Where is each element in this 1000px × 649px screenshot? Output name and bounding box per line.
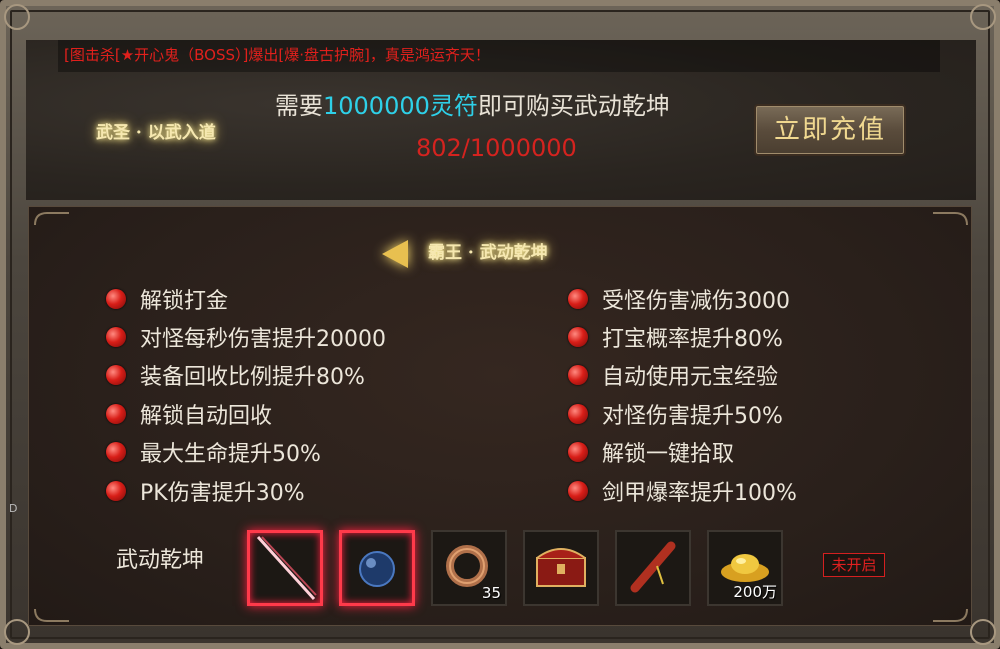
previous-arrow-icon[interactable] (382, 240, 408, 268)
scroll-icon (630, 541, 676, 593)
attribute-item: 装备回收比例提升80% (106, 359, 365, 391)
red-bullet-icon (568, 481, 588, 501)
attribute-item: 最大生命提升50% (106, 436, 321, 468)
attribute-label: 受怪伤害减伤3000 (602, 289, 790, 314)
item-slot-orb[interactable] (339, 530, 415, 606)
corner-ornament-icon (4, 4, 30, 30)
attribute-item: 解锁自动回收 (106, 398, 272, 430)
current-title: 武圣 · 以武入道 (96, 123, 216, 143)
currency-progress: 802/1000000 (416, 134, 577, 162)
red-bullet-icon (106, 481, 126, 501)
attribute-label: 打宝概率提升80% (602, 327, 783, 352)
attribute-item: 剑甲爆率提升100% (568, 475, 797, 507)
red-bullet-icon (106, 327, 126, 347)
attribute-item: PK伤害提升30% (106, 475, 305, 507)
red-bullet-icon (568, 289, 588, 309)
red-bullet-icon (106, 289, 126, 309)
attribute-label: 对怪每秒伤害提升20000 (140, 327, 386, 352)
side-marker: D (9, 502, 18, 515)
attribute-label: 自动使用元宝经验 (602, 365, 779, 390)
red-bullet-icon (568, 442, 588, 462)
attribute-item: 受怪伤害减伤3000 (568, 283, 790, 315)
need-suffix: 即可购买武动乾坤 (477, 92, 670, 120)
red-bullet-icon (568, 404, 588, 424)
attribute-item: 解锁打金 (106, 283, 228, 315)
attribute-item: 打宝概率提升80% (568, 321, 783, 353)
announcement-marquee: [图击杀[★开心鬼（BOSS）]爆出[爆·盘古护腕]，真是鸿运齐天！ (58, 40, 940, 72)
need-amount: 1000000灵符 (323, 92, 478, 120)
corner-ornament-icon (970, 619, 996, 645)
status-badge: 未开启 (823, 553, 885, 577)
item-slot-gold[interactable]: 200万 (707, 530, 783, 606)
red-bullet-icon (568, 365, 588, 385)
attribute-label: 剑甲爆率提升100% (602, 481, 797, 506)
sword-icon (256, 535, 317, 601)
red-bullet-icon (106, 404, 126, 424)
attribute-item: 对怪伤害提升50% (568, 398, 783, 430)
attribute-label: 装备回收比例提升80% (140, 365, 365, 390)
attribute-item: 对怪每秒伤害提升20000 (106, 321, 386, 353)
purchase-requirement: 需要1000000灵符即可购买武动乾坤 (275, 86, 670, 121)
item-count: 35 (481, 584, 501, 602)
item-slot-sword[interactable] (247, 530, 323, 606)
need-prefix: 需要 (275, 92, 323, 120)
item-slot-ring[interactable]: 35 (431, 530, 507, 606)
red-bullet-icon (568, 327, 588, 347)
treasure-chest-icon (536, 548, 586, 587)
reward-label: 武动乾坤 (116, 548, 205, 573)
attribute-label: 解锁自动回收 (140, 404, 273, 429)
recharge-button[interactable]: 立即充值 (754, 104, 906, 156)
attribute-item: 解锁一键拾取 (568, 436, 734, 468)
blue-orb-icon (359, 551, 395, 587)
item-slot-scroll[interactable] (615, 530, 691, 606)
attribute-label: PK伤害提升30% (140, 481, 305, 506)
red-bullet-icon (106, 365, 126, 385)
item-slot-chest[interactable] (523, 530, 599, 606)
attribute-label: 解锁打金 (140, 289, 229, 314)
corner-ornament-icon (970, 4, 996, 30)
attribute-label: 解锁一键拾取 (602, 442, 735, 467)
attribute-label: 对怪伤害提升50% (602, 404, 783, 429)
item-count: 200万 (733, 583, 777, 601)
attribute-label: 最大生命提升50% (140, 442, 321, 467)
corner-ornament-icon (4, 619, 30, 645)
section-title: 霸王 · 武动乾坤 (428, 243, 548, 263)
red-bullet-icon (106, 442, 126, 462)
attribute-item: 自动使用元宝经验 (568, 359, 778, 391)
